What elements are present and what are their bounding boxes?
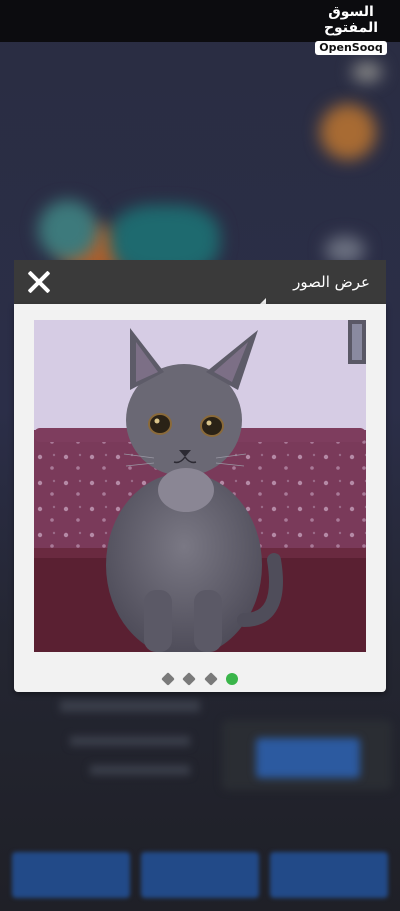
gallery-title: عرض الصور xyxy=(293,273,370,291)
pagination-dots xyxy=(14,670,386,686)
blurred-action-button xyxy=(12,852,130,898)
gallery-photo[interactable] xyxy=(34,320,366,652)
pagination-dot[interactable] xyxy=(161,672,176,686)
blurred-text xyxy=(70,736,190,746)
blurred-text xyxy=(60,700,200,712)
blurred-icon xyxy=(352,62,382,82)
blurred-button xyxy=(256,738,360,778)
pagination-dot[interactable] xyxy=(203,672,218,686)
blurred-action-button xyxy=(270,852,388,898)
brand-latin: OpenSooq xyxy=(315,41,387,55)
blurred-avatar xyxy=(320,104,376,160)
cat-photo xyxy=(34,320,366,652)
opensooq-logo: السوق المفتوح OpenSooq xyxy=(308,4,394,55)
gallery-header: عرض الصور xyxy=(14,260,386,304)
blurred-image xyxy=(38,200,98,260)
blurred-action-button xyxy=(141,852,259,898)
status-bar: السوق المفتوح OpenSooq xyxy=(0,0,400,55)
pagination-dot-active[interactable] xyxy=(225,673,238,685)
bottom-action-bar xyxy=(0,852,400,902)
gallery-body xyxy=(14,304,386,692)
blurred-text xyxy=(90,765,190,775)
pagination-dot[interactable] xyxy=(182,672,197,686)
brand-arabic: السوق المفتوح xyxy=(323,4,379,36)
close-icon[interactable] xyxy=(26,269,52,295)
